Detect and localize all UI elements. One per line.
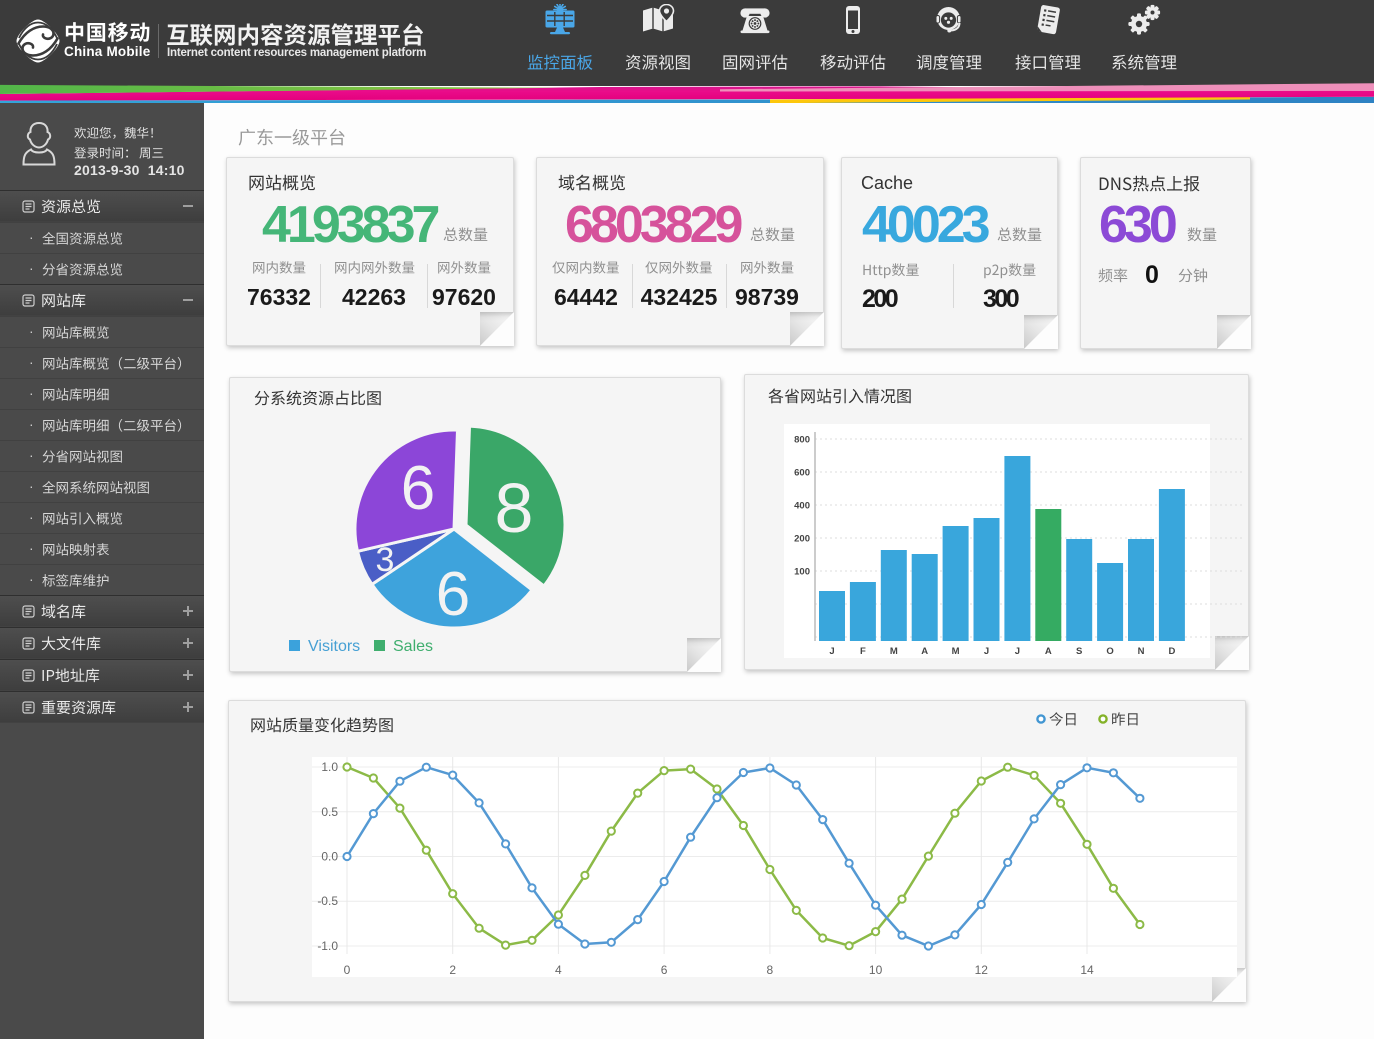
svg-text:6: 6 — [401, 454, 435, 523]
svg-text:J: J — [984, 646, 989, 657]
svg-text:1.0: 1.0 — [321, 760, 338, 774]
svg-text:0.5: 0.5 — [321, 805, 338, 819]
svg-text:M: M — [952, 646, 960, 657]
svg-text:J: J — [1015, 646, 1020, 657]
svg-text:200: 200 — [794, 534, 810, 545]
svg-text:0.0: 0.0 — [321, 850, 338, 864]
svg-text:8: 8 — [767, 963, 774, 977]
svg-text:N: N — [1138, 646, 1145, 657]
svg-text:2: 2 — [449, 963, 456, 977]
svg-text:O: O — [1106, 646, 1113, 657]
svg-text:8: 8 — [495, 469, 534, 547]
svg-text:6: 6 — [661, 963, 668, 977]
svg-text:D: D — [1168, 646, 1175, 657]
svg-text:6: 6 — [436, 560, 470, 629]
svg-text:-0.5: -0.5 — [317, 894, 338, 908]
svg-text:3: 3 — [376, 541, 395, 579]
svg-text:A: A — [1045, 646, 1052, 657]
svg-text:12: 12 — [975, 963, 989, 977]
svg-text:J: J — [829, 646, 834, 657]
svg-text:0: 0 — [344, 963, 351, 977]
svg-text:F: F — [860, 646, 866, 657]
svg-text:600: 600 — [794, 468, 810, 479]
svg-text:10: 10 — [869, 963, 883, 977]
svg-text:S: S — [1076, 646, 1082, 657]
svg-text:-1.0: -1.0 — [317, 939, 338, 953]
svg-text:M: M — [890, 646, 898, 657]
svg-text:800: 800 — [794, 435, 810, 446]
svg-text:A: A — [921, 646, 928, 657]
svg-text:100: 100 — [794, 567, 810, 578]
svg-text:4: 4 — [555, 963, 562, 977]
svg-text:14: 14 — [1080, 963, 1094, 977]
svg-text:400: 400 — [794, 501, 810, 512]
